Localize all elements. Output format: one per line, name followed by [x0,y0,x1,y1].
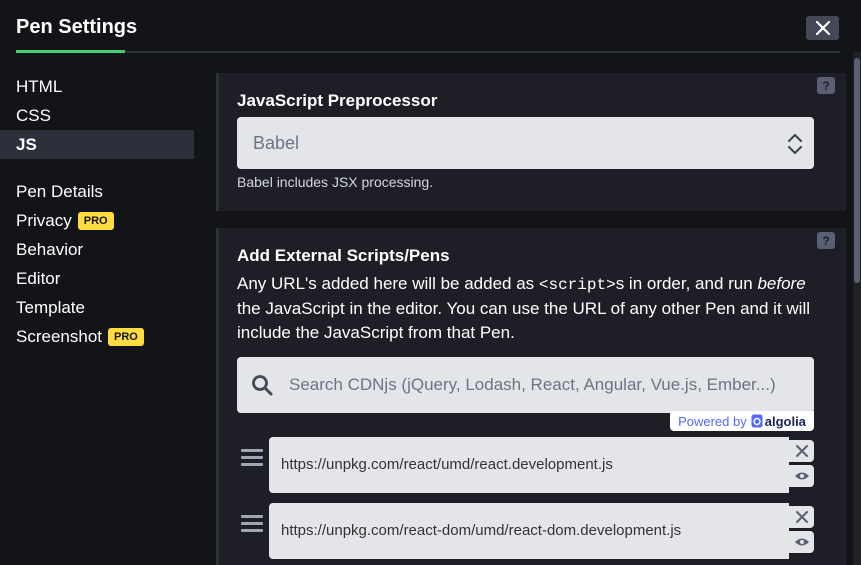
nav-item-label: Screenshot [16,327,102,346]
resource-url-field[interactable] [269,503,789,559]
view-resource-button[interactable] [789,531,814,553]
desc-text: the JavaScript in the editor. You can us… [237,299,811,342]
external-scripts-description: Any URL's added here will be added as <s… [237,272,827,345]
preprocessor-title: JavaScript Preprocessor [237,91,438,110]
header-divider [125,51,840,53]
nav-item-editor[interactable]: Editor [0,264,194,293]
nav-item-behavior[interactable]: Behavior [0,235,194,264]
select-arrows-icon [787,133,803,155]
modal-title: Pen Settings [16,16,138,38]
eye-icon [794,538,809,546]
close-icon [795,445,808,457]
close-button[interactable] [806,16,839,40]
nav-item-label: Pen Details [16,182,103,201]
algolia-wordmark: algolia [764,413,806,429]
desc-emphasis: before [757,274,806,293]
scrollbar-thumb[interactable] [854,58,860,283]
nav-item-label: JS [16,135,37,154]
nav-item-label: HTML [16,77,63,96]
algolia-icon [751,414,763,428]
modal-header: Pen Settings [0,0,861,54]
preprocessor-select[interactable]: Babel [237,117,814,169]
nav-item-label: Behavior [16,240,84,259]
help-button[interactable]: ? [817,77,835,94]
preprocessor-hint: Babel includes JSX processing. [237,174,434,190]
nav-item-css[interactable]: CSS [0,101,194,130]
nav-item-template[interactable]: Template [0,293,194,322]
external-scripts-panel: Add External Scripts/Pens ? Any URL's ad… [216,228,846,565]
drag-handle-icon[interactable] [241,449,263,469]
external-resource-row [237,437,817,493]
nav-item-privacy[interactable]: Privacy PRO [0,206,194,235]
powered-by-algolia[interactable]: Powered by algolia [670,411,814,431]
search-icon [252,375,273,396]
help-button[interactable]: ? [817,232,835,249]
nav-item-pen-details[interactable]: Pen Details [0,177,194,206]
nav-item-label: Template [16,298,85,317]
powered-by-label: Powered by [678,413,747,429]
algolia-logo: algolia [751,414,806,429]
external-scripts-title: Add External Scripts/Pens [237,246,450,265]
pro-badge: PRO [77,211,114,230]
cdn-search-input[interactable] [289,357,799,413]
view-resource-button[interactable] [789,465,814,487]
remove-resource-button[interactable] [789,440,814,462]
nav-item-label: Privacy [16,211,72,230]
close-icon [795,511,808,523]
desc-text: Any URL's added here will be added as [237,274,539,293]
cdn-search-box [237,357,814,413]
remove-resource-button[interactable] [789,506,814,528]
nav-item-html[interactable]: HTML [0,72,194,101]
settings-nav: HTML CSS JS Pen Details Privacy PRO Behav… [0,72,194,351]
desc-code: <script> [538,276,616,294]
preprocessor-selected-value: Babel [253,133,300,153]
nav-item-js[interactable]: JS [0,130,194,159]
js-preprocessor-panel: JavaScript Preprocessor ? Babel Babel in… [216,73,846,211]
resource-url-field[interactable] [269,437,789,493]
title-underline [16,50,125,53]
nav-item-screenshot[interactable]: Screenshot PRO [0,322,194,351]
nav-item-label: Editor [16,269,61,288]
nav-item-label: CSS [16,106,51,125]
desc-text: s in order, and run [615,274,758,293]
external-resource-row [237,503,817,559]
pro-badge: PRO [108,327,144,346]
eye-icon [794,472,809,480]
drag-handle-icon[interactable] [241,515,263,535]
close-icon [815,21,830,35]
